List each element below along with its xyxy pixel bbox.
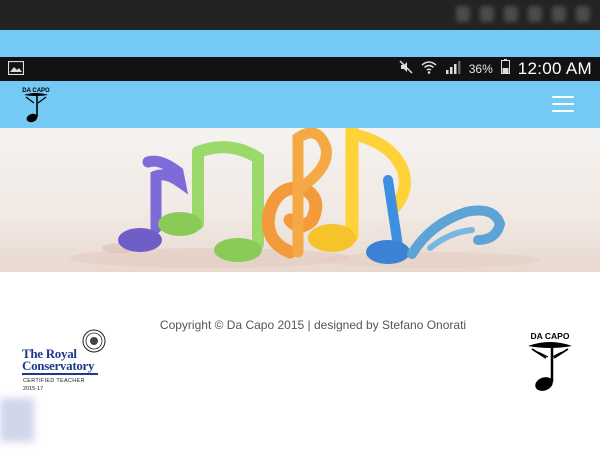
badge-certified: CERTIFIED TEACHER [23,378,85,384]
conservatory-seal-icon [82,329,106,353]
status-bar: 36% 12:00 AM [0,57,600,81]
badge-divider [22,373,98,375]
gallery-icon [7,60,25,80]
hamburger-menu-icon[interactable] [552,96,574,113]
blurred-thumbnail [0,398,34,442]
signal-icon [445,60,461,79]
wifi-icon [421,60,437,79]
screen: 36% 12:00 AM DA CAPO Copyright © Da Capo… [0,0,600,450]
badge-years: 2015-17 [23,386,44,392]
site-header: DA CAPO [0,81,600,128]
badge-line2: Conservatory [22,358,95,373]
royal-conservatory-badge[interactable]: The Royal Conservatory CERTIFIED TEACHER… [20,328,112,396]
hero-banner [0,128,600,272]
system-top-bar [0,0,600,30]
battery-icon [500,59,510,79]
footer-logo-text: DA CAPO [531,331,570,341]
da-capo-footer-logo[interactable]: DA CAPO [524,330,576,394]
battery-percent: 36% [468,62,493,76]
blurred-system-icons [456,6,590,22]
status-time: 12:00 AM [517,59,592,78]
blurred-app-band [0,30,600,57]
da-capo-logo[interactable]: DA CAPO [20,85,52,125]
mute-icon [399,59,413,79]
